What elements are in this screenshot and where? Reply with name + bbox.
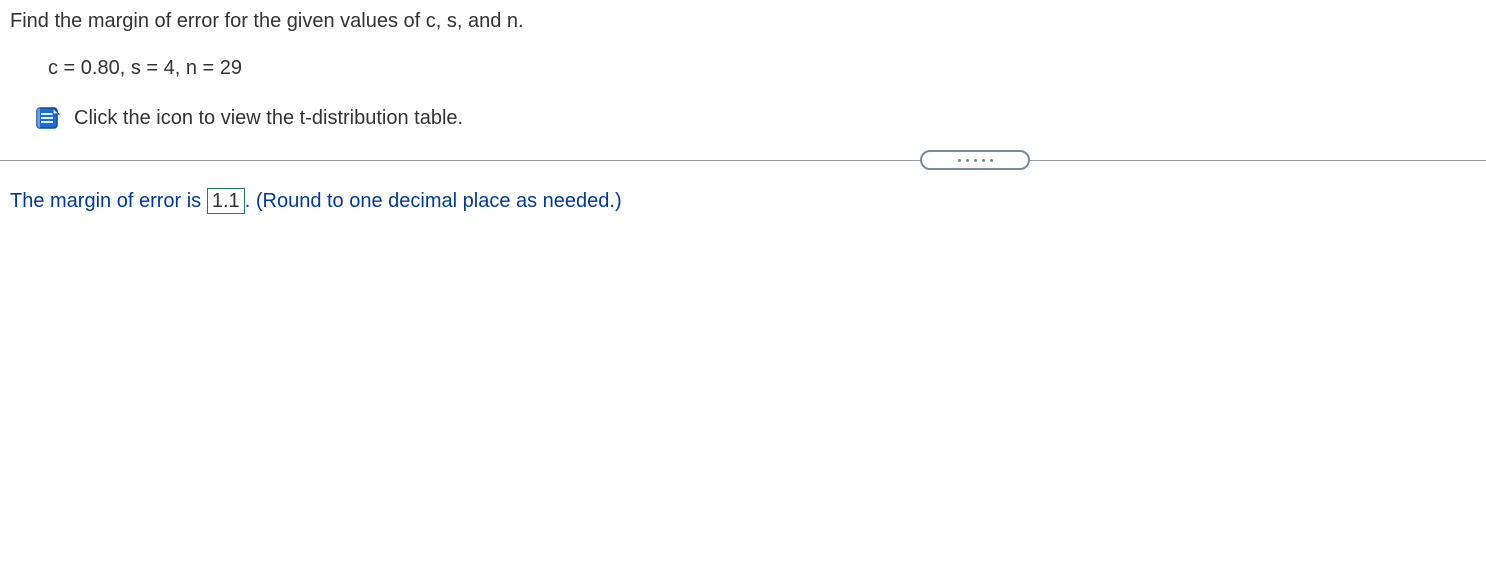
answer-trail: . (Round to one decimal place as needed.… (245, 190, 622, 212)
question-prompt: Find the margin of error for the given v… (10, 10, 1476, 33)
question-area: Find the margin of error for the given v… (0, 0, 1486, 132)
table-link-text: Click the icon to view the t-distributio… (74, 107, 463, 130)
dot-icon (982, 159, 985, 162)
expand-pill[interactable] (920, 150, 1030, 170)
dot-icon (974, 159, 977, 162)
section-divider (0, 150, 1486, 170)
question-params: c = 0.80, s = 4, n = 29 (48, 57, 1476, 80)
dot-icon (958, 159, 961, 162)
answer-lead: The margin of error is (10, 190, 207, 212)
table-icon[interactable] (34, 104, 62, 132)
answer-input[interactable]: 1.1 (207, 188, 245, 214)
divider-line (0, 160, 1486, 161)
table-link-row: Click the icon to view the t-distributio… (34, 104, 1476, 132)
answer-area: The margin of error is 1.1. (Round to on… (0, 170, 1486, 214)
dot-icon (966, 159, 969, 162)
dot-icon (990, 159, 993, 162)
